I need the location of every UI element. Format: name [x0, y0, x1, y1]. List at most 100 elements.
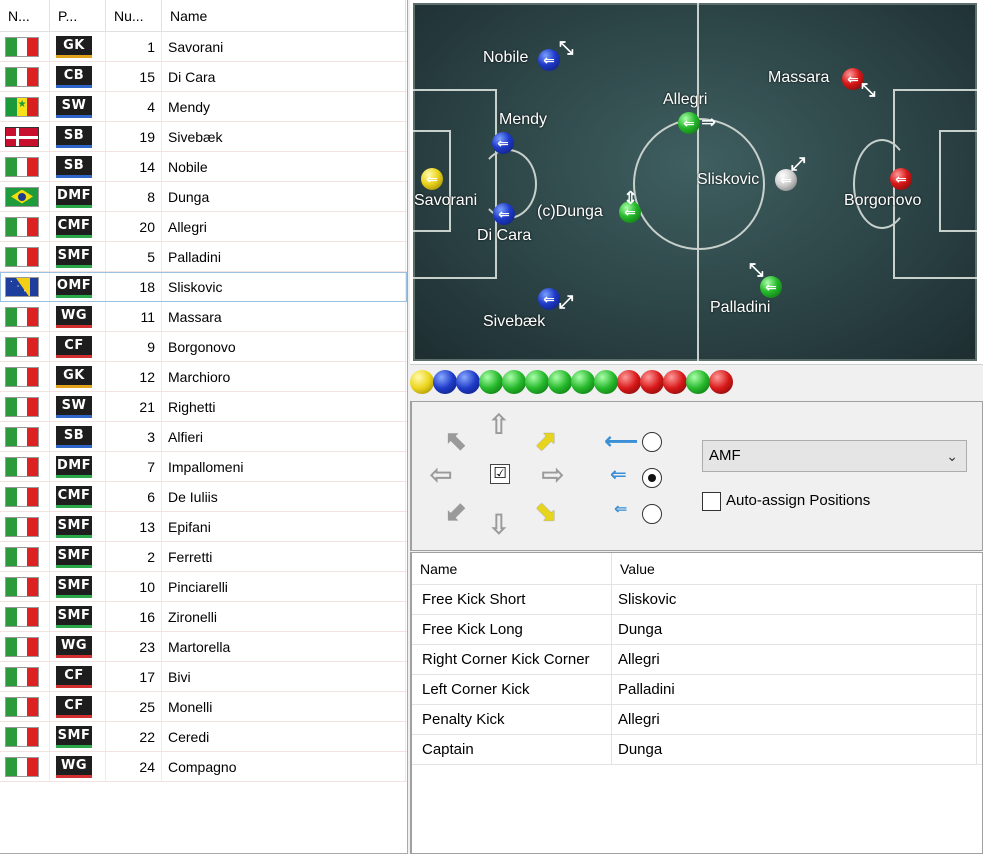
- set-piece-row[interactable]: Right Corner Kick Corner Allegri: [412, 645, 982, 675]
- player-marker-allegri[interactable]: ⇐: [678, 112, 700, 134]
- player-row[interactable]: SW 21 Righetti: [0, 392, 407, 422]
- arrow-down-right-button[interactable]: ⬊: [528, 496, 562, 526]
- set-piece-value[interactable]: Dunga: [612, 735, 977, 764]
- speed-medium-radio[interactable]: [642, 468, 662, 488]
- run-direction-icon: ⤢: [791, 154, 806, 174]
- column-number[interactable]: Nu...: [106, 0, 162, 32]
- position-badge: SB: [56, 125, 92, 148]
- player-row[interactable]: CMF 20 Allegri: [0, 212, 407, 242]
- speed-fast-radio[interactable]: [642, 432, 662, 452]
- arrow-up-button[interactable]: ⇧: [482, 410, 516, 440]
- player-row[interactable]: SB 14 Nobile: [0, 152, 407, 182]
- arrow-left-button[interactable]: ⇦: [424, 460, 458, 490]
- player-row[interactable]: SB 19 Sivebæk: [0, 122, 407, 152]
- position-cell: GK: [50, 32, 106, 61]
- left-arrow-icon: ⇐: [426, 171, 438, 187]
- player-row[interactable]: SMF 2 Ferretti: [0, 542, 407, 572]
- position-badge: SMF: [56, 575, 92, 598]
- player-row[interactable]: SMF 10 Pinciarelli: [0, 572, 407, 602]
- name-cell: Epifani: [162, 512, 406, 541]
- player-marker-palladini[interactable]: ⇐: [760, 276, 782, 298]
- player-label-savorani: Savorani: [414, 192, 478, 209]
- position-badge: DMF: [56, 185, 92, 208]
- set-piece-row[interactable]: Left Corner Kick Palladini: [412, 675, 982, 705]
- set-piece-row[interactable]: Penalty Kick Allegri: [412, 705, 982, 735]
- nation-cell: [0, 692, 50, 721]
- position-badge: CF: [56, 695, 92, 718]
- player-marker-nobile[interactable]: ⇐: [538, 49, 560, 71]
- position-select[interactable]: AMF ⌄: [702, 440, 967, 472]
- player-row[interactable]: SMF 5 Palladini: [0, 242, 407, 272]
- position-badge: SMF: [56, 545, 92, 568]
- arrow-up-left-button[interactable]: ⬉: [440, 426, 474, 456]
- set-piece-value[interactable]: Palladini: [612, 675, 977, 704]
- number-cell: 24: [106, 752, 162, 781]
- name-cell: Righetti: [162, 392, 406, 421]
- set-piece-value[interactable]: Dunga: [612, 615, 977, 644]
- player-row[interactable]: WG 23 Martorella: [0, 632, 407, 662]
- column-name[interactable]: Name: [162, 0, 406, 32]
- arrow-right-button[interactable]: ⇨: [536, 460, 570, 490]
- number-cell: 5: [106, 242, 162, 271]
- player-row[interactable]: SMF 22 Ceredi: [0, 722, 407, 752]
- position-cell: WG: [50, 752, 106, 781]
- arrow-down-left-button[interactable]: ⬋: [440, 496, 474, 526]
- column-position[interactable]: P...: [50, 0, 106, 32]
- flag-icon: [5, 516, 39, 537]
- player-row[interactable]: CF 17 Bivi: [0, 662, 407, 692]
- player-marker-savorani[interactable]: ⇐: [421, 168, 443, 190]
- column-prop-name[interactable]: Name: [412, 553, 612, 585]
- player-row[interactable]: SB 3 Alfieri: [0, 422, 407, 452]
- column-prop-value[interactable]: Value: [612, 553, 977, 585]
- nation-cell: [0, 512, 50, 541]
- number-cell: 16: [106, 602, 162, 631]
- arrow-up-right-button[interactable]: ⬈: [528, 426, 562, 456]
- left-arrow-icon: ⇐: [780, 172, 792, 188]
- player-row[interactable]: GK 1 Savorani: [0, 32, 407, 62]
- player-row[interactable]: GK 12 Marchioro: [0, 362, 407, 392]
- set-piece-row[interactable]: Free Kick Long Dunga: [412, 615, 982, 645]
- flag-icon: [5, 96, 39, 117]
- player-row[interactable]: DMF 8 Dunga: [0, 182, 407, 212]
- nation-cell: [0, 632, 50, 661]
- column-nation[interactable]: N...: [0, 0, 50, 32]
- speed-slow-radio[interactable]: [642, 504, 662, 524]
- player-row[interactable]: DMF 7 Impallomeni: [0, 452, 407, 482]
- player-label-borgonovo: Borgonovo: [844, 192, 922, 209]
- set-piece-value[interactable]: Allegri: [612, 705, 977, 734]
- player-marker-mendy[interactable]: ⇐: [492, 132, 514, 154]
- player-row[interactable]: CMF 6 De Iuliis: [0, 482, 407, 512]
- name-cell: Borgonovo: [162, 332, 406, 361]
- auto-assign-checkbox[interactable]: [702, 492, 721, 511]
- player-marker-borgonovo[interactable]: ⇐: [890, 168, 912, 190]
- formation-pitch[interactable]: ⇐ ⤡ Nobile ⇐ Mendy ⇐ Savorani ⇐ Di Cara …: [413, 3, 977, 361]
- run-direction-icon: ⤡: [861, 80, 876, 100]
- player-marker-dicara[interactable]: ⇐: [493, 203, 515, 225]
- player-row[interactable]: WG 11 Massara: [0, 302, 407, 332]
- arrow-down-button[interactable]: ⇩: [482, 510, 516, 540]
- player-row[interactable]: SMF 13 Epifani: [0, 512, 407, 542]
- player-list[interactable]: N... P... Nu... Name GK 1 Savorani CB 15 Di C…: [0, 0, 408, 854]
- position-cell: CF: [50, 332, 106, 361]
- player-row[interactable]: SW 4Mendy: [0, 92, 407, 122]
- hold-position-checkbox[interactable]: ☑: [490, 464, 510, 484]
- position-badge: WG: [56, 305, 92, 328]
- player-row[interactable]: CB 15 Di Cara: [0, 62, 407, 92]
- set-piece-value[interactable]: Allegri: [612, 645, 977, 674]
- player-row[interactable]: OMF 18Sliskovic: [0, 272, 407, 302]
- player-row[interactable]: SMF 16 Zironelli: [0, 602, 407, 632]
- number-cell: 19: [106, 122, 162, 151]
- player-row[interactable]: CF 9 Borgonovo: [0, 332, 407, 362]
- team-ball-green: [525, 370, 549, 394]
- set-piece-row[interactable]: Free Kick Short Sliskovic: [412, 585, 982, 615]
- player-row[interactable]: WG 24 Compagno: [0, 752, 407, 782]
- set-piece-name: Free Kick Long: [412, 615, 612, 644]
- speed-medium-icon: ⇐: [610, 464, 627, 486]
- player-marker-sivebaek[interactable]: ⇐: [538, 288, 560, 310]
- name-cell: Ferretti: [162, 542, 406, 571]
- set-piece-value[interactable]: Sliskovic: [612, 585, 977, 614]
- player-row[interactable]: CF 25 Monelli: [0, 692, 407, 722]
- set-piece-row[interactable]: Captain Dunga: [412, 735, 982, 765]
- auto-assign-label[interactable]: Auto-assign Positions: [726, 492, 870, 509]
- position-cell: SB: [50, 422, 106, 451]
